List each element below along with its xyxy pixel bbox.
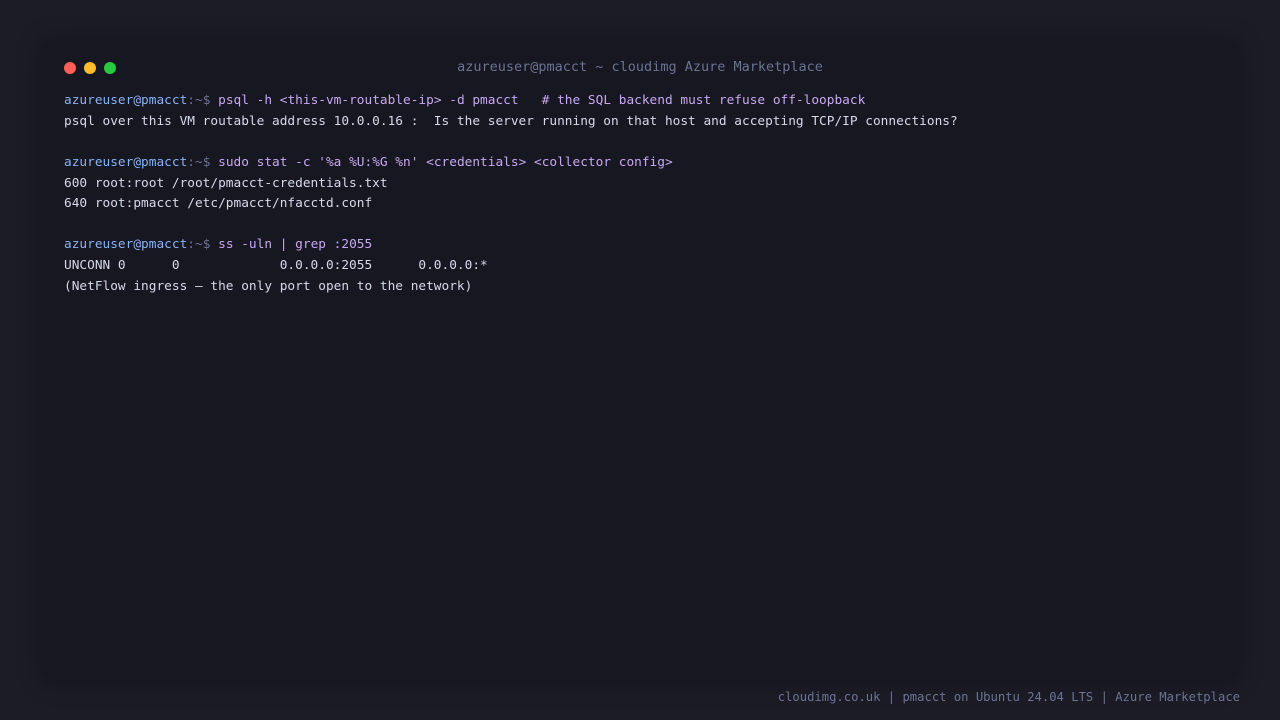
command-text: ss -uln | grep :2055 [210,237,373,253]
command-text: sudo stat -c '%a %U:%G %n' <credentials>… [210,154,673,170]
prompt-user: azureuser@pmacct [64,237,188,253]
window-title: azureuser@pmacct ~ cloudimg Azure Market… [457,59,823,75]
command-line: azureuser@pmacct:~$ sudo stat -c '%a %U:… [64,153,1214,174]
output-line: 600 root:root /root/pmacct-credentials.t… [64,175,388,191]
command-line: azureuser@pmacct:~$ psql -h <this-vm-rou… [64,91,1214,112]
title-bar: azureuser@pmacct ~ cloudimg Azure Market… [41,41,1239,93]
output-line: (NetFlow ingress — the only port open to… [64,278,473,294]
command-line: azureuser@pmacct:~$ ss -uln | grep :2055 [64,235,1214,256]
terminal-output[interactable]: azureuser@pmacct:~$ psql -h <this-vm-rou… [64,91,1214,298]
prompt-symbol: :~$ [187,93,211,108]
footer-caption: cloudimg.co.uk | pmacct on Ubuntu 24.04 … [777,690,1240,704]
output-line: psql over this VM routable address 10.0.… [64,113,958,129]
prompt-symbol: :~$ [187,237,211,253]
command-text: psql -h <this-vm-routable-ip> -d pmacct … [210,93,866,108]
prompt-symbol: :~$ [187,154,211,170]
prompt-user: azureuser@pmacct [64,93,188,108]
prompt-user: azureuser@pmacct [64,154,188,170]
output-line: 640 root:pmacct /etc/pmacct/nfacctd.conf [64,196,373,212]
terminal-window: azureuser@pmacct ~ cloudimg Azure Market… [41,41,1239,681]
output-line: UNCONN 0 0 0.0.0.0:2055 0.0.0.0:* [64,258,488,274]
